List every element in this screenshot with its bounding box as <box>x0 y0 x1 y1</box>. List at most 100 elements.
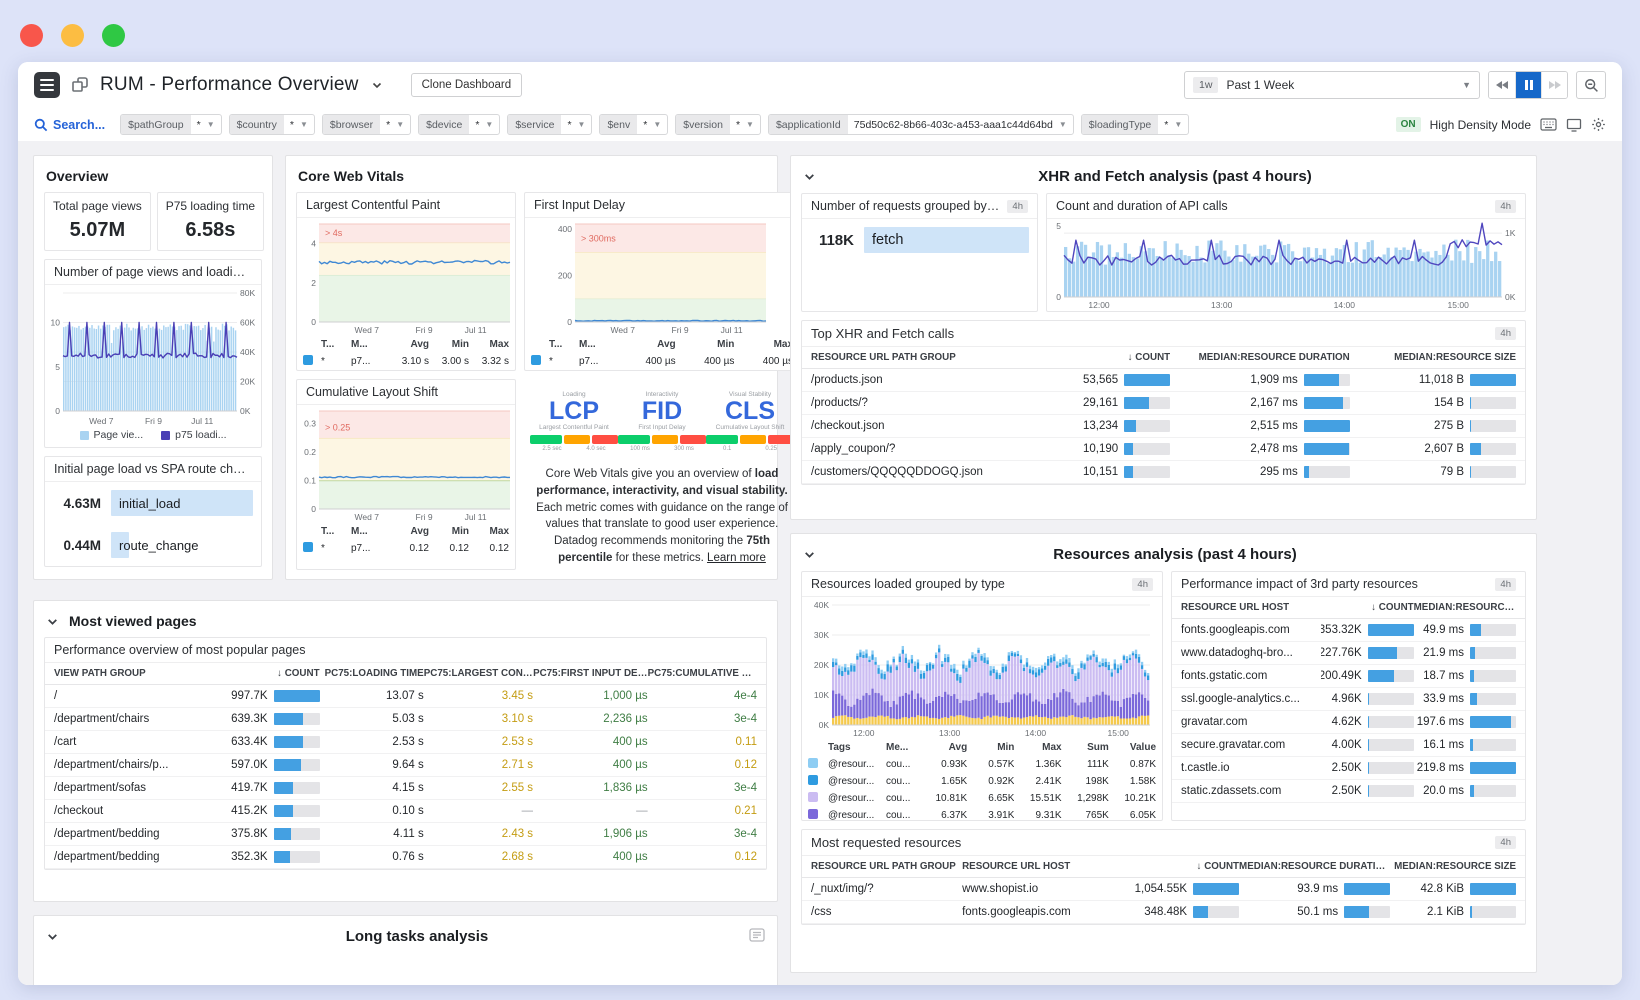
template-variable[interactable]: $country*▼ <box>229 114 315 135</box>
column-header[interactable]: Min <box>967 742 1014 753</box>
template-variable[interactable]: $applicationId75d50c62-8b66-403c-a453-aa… <box>768 114 1074 135</box>
api-calls-card[interactable]: Count and duration of API calls 4h 501K0… <box>1046 193 1526 312</box>
resources-loaded-card[interactable]: Resources loaded grouped by type 4h 40K3… <box>801 571 1163 821</box>
table-row[interactable]: @resour...cou...10.81K6.65K15.51K1,298K1… <box>802 790 1162 807</box>
collapse-icon[interactable] <box>46 930 59 943</box>
title-chevron-icon[interactable] <box>371 79 383 91</box>
column-header[interactable]: MEDIAN:RESOURCE DURATION <box>1170 352 1350 363</box>
column-header[interactable]: M... <box>351 526 389 537</box>
column-header[interactable]: ↓ COUNT <box>1321 602 1414 613</box>
column-header[interactable]: RESOURCE URL HOST <box>962 861 1113 872</box>
table-row[interactable]: *p7...400 µs400 µs400 µs <box>525 353 799 370</box>
column-header[interactable]: Min <box>676 339 735 350</box>
keyboard-shortcuts-icon[interactable] <box>1540 118 1557 131</box>
table-row[interactable]: gravatar.com4.62K197.6 ms <box>1172 711 1525 734</box>
table-row[interactable]: /checkout.json13,2342,515 ms275 B <box>802 415 1525 438</box>
column-header[interactable]: Max <box>469 339 509 350</box>
clone-dashboard-button[interactable]: Clone Dashboard <box>411 73 523 97</box>
table-row[interactable]: @resour...cou...1.65K0.92K2.41K198K1.58K <box>802 773 1162 790</box>
table-row[interactable]: www.datadoghq-bro...227.76K21.9 ms <box>1172 642 1525 665</box>
stat-p75-loading-time[interactable]: P75 loading time 6.58s <box>157 192 264 251</box>
column-header[interactable]: MEDIAN:RESOURCE SIZE <box>1350 352 1516 363</box>
collapse-icon[interactable] <box>46 615 59 628</box>
column-header[interactable]: M... <box>351 339 389 350</box>
column-header[interactable]: Max <box>1014 742 1061 753</box>
column-header[interactable]: Sum <box>1062 742 1109 753</box>
cls-card[interactable]: Cumulative Layout Shift 0.30.20.10Wed 7F… <box>296 379 516 570</box>
table-row[interactable]: /products.json53,5651,909 ms11,018 B <box>802 369 1525 392</box>
table-row[interactable]: secure.gravatar.com4.00K16.1 ms <box>1172 734 1525 757</box>
table-row[interactable]: @resour...cou...0.93K0.57K1.36K111K0.87K <box>802 756 1162 773</box>
template-variable[interactable]: $service*▼ <box>507 114 592 135</box>
table-row[interactable]: /apply_coupon/?10,1902,478 ms2,607 B <box>802 438 1525 461</box>
template-variable[interactable]: $browser*▼ <box>322 114 411 135</box>
fid-card[interactable]: First Input Delay 4002000Wed 7Fri 9Jul 1… <box>524 192 800 371</box>
column-header[interactable]: T... <box>549 339 579 350</box>
load-type-card[interactable]: Initial page load vs SPA route chan... 4… <box>44 456 262 567</box>
table-row[interactable]: *p7...3.10 s3.00 s3.32 s <box>297 353 515 370</box>
legend-item[interactable]: Page vie... <box>80 429 144 441</box>
lcp-card[interactable]: Largest Contentful Paint 420Wed 7Fri 9Ju… <box>296 192 516 371</box>
table-row[interactable]: /department/chairs639.3K5.03 s3.10 s2,23… <box>45 708 766 731</box>
column-header[interactable]: Tags <box>828 742 886 753</box>
pageviews-chart-card[interactable]: Number of page views and loading ... 105… <box>44 259 262 448</box>
settings-gear-icon[interactable] <box>1591 117 1606 132</box>
close-window-button[interactable] <box>20 24 43 47</box>
dashboards-icon[interactable] <box>70 75 90 95</box>
column-header[interactable]: Me... <box>886 742 920 753</box>
table-row[interactable]: fonts.gstatic.com200.49K18.7 ms <box>1172 665 1525 688</box>
column-header[interactable]: RESOURCE URL PATH GROUP <box>811 352 1037 363</box>
column-header[interactable]: Max <box>734 339 793 350</box>
menu-button[interactable] <box>34 72 60 98</box>
stat-total-page-views[interactable]: Total page views 5.07M <box>44 192 151 251</box>
column-header[interactable]: VIEW PATH GROUP <box>54 668 215 679</box>
legend-item[interactable]: p75 loadi... <box>161 429 226 441</box>
column-header[interactable]: T... <box>321 339 351 350</box>
table-row[interactable]: static.zdassets.com2.50K20.0 ms <box>1172 780 1525 803</box>
pause-button[interactable] <box>1515 72 1541 98</box>
zoom-out-button[interactable] <box>1576 71 1606 99</box>
column-header[interactable]: PC75:FIRST INPUT DEL... <box>533 668 648 679</box>
column-header[interactable]: Min <box>429 526 469 537</box>
table-row[interactable]: /department/bedding375.8K4.11 s2.43 s1,9… <box>45 823 766 846</box>
requests-by-type-card[interactable]: Number of requests grouped by ty... 4h 1… <box>801 193 1038 312</box>
column-header[interactable]: Min <box>429 339 469 350</box>
column-header[interactable]: Avg <box>617 339 676 350</box>
panel-options-icon[interactable] <box>749 928 765 947</box>
template-variable[interactable]: $device*▼ <box>418 114 500 135</box>
maximize-window-button[interactable] <box>102 24 125 47</box>
load-type-row[interactable]: 0.44M route_change <box>45 524 261 566</box>
minimize-window-button[interactable] <box>61 24 84 47</box>
column-header[interactable]: T... <box>321 526 351 537</box>
column-header[interactable]: MEDIAN:RESOURCE SIZE <box>1390 861 1516 872</box>
table-row[interactable]: /department/bedding352.3K0.76 s2.68 s400… <box>45 846 766 869</box>
time-forward-button[interactable] <box>1541 72 1567 98</box>
table-row[interactable]: @resour...cou...6.37K3.91K9.31K765K6.05K <box>802 807 1162 821</box>
time-backward-button[interactable] <box>1489 72 1515 98</box>
table-row[interactable]: /checkout415.2K0.10 s——0.21 <box>45 800 766 823</box>
table-row[interactable]: /cssfonts.googleapis.com348.48K50.1 ms2.… <box>802 901 1525 924</box>
collapse-icon[interactable] <box>803 548 816 561</box>
table-row[interactable]: /customers/QQQQQDDOGQ.json10,151295 ms79… <box>802 461 1525 484</box>
column-header[interactable]: PC75:LOADING TIME <box>320 668 424 679</box>
template-variable[interactable]: $env*▼ <box>599 114 668 135</box>
column-header[interactable]: Avg <box>389 339 429 350</box>
column-header[interactable]: Avg <box>389 526 429 537</box>
column-header[interactable]: MEDIAN:RESOURCE D... <box>1414 602 1516 613</box>
column-header[interactable]: ↓ COUNT <box>215 668 319 679</box>
column-header[interactable]: PC75:CUMULATIVE LAY... <box>648 668 757 679</box>
template-variable[interactable]: $pathGroup*▼ <box>120 114 221 135</box>
template-variable[interactable]: $loadingType*▼ <box>1081 114 1189 135</box>
template-variable[interactable]: $version*▼ <box>675 114 761 135</box>
request-type-row[interactable]: 118K fetch <box>802 219 1037 261</box>
column-header[interactable]: M... <box>579 339 617 350</box>
table-row[interactable]: ssl.google-analytics.c...4.96K33.9 ms <box>1172 688 1525 711</box>
column-header[interactable]: Max <box>469 526 509 537</box>
column-header[interactable]: Avg <box>920 742 967 753</box>
search-control[interactable]: Search... <box>34 118 105 132</box>
column-header[interactable]: PC75:LARGEST CONTE... <box>424 668 533 679</box>
column-header[interactable]: MEDIAN:RESOURCE DURATION <box>1239 861 1390 872</box>
time-range-picker[interactable]: 1w Past 1 Week ▼ <box>1184 71 1480 99</box>
table-row[interactable]: t.castle.io2.50K219.8 ms <box>1172 757 1525 780</box>
table-row[interactable]: /department/sofas419.7K4.15 s2.55 s1,836… <box>45 777 766 800</box>
